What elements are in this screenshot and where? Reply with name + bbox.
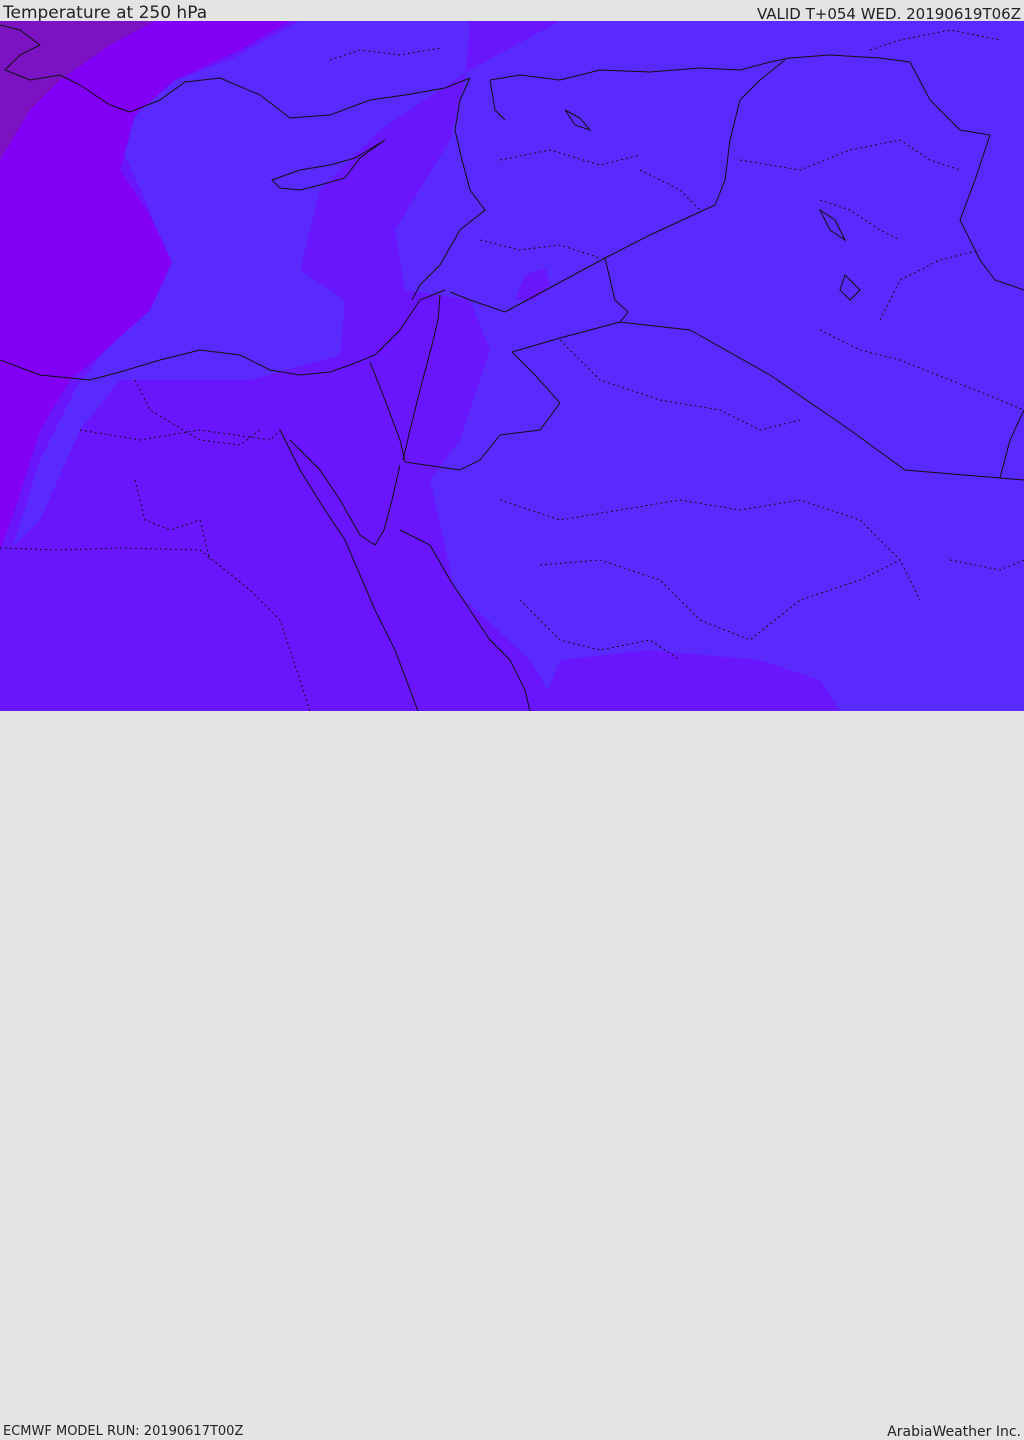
map-title: Temperature at 250 hPa: [3, 3, 208, 23]
map-canvas: [0, 21, 1024, 712]
header-bar: Temperature at 250 hPa VALID T+054 WED. …: [0, 0, 1024, 23]
model-run-label: ECMWF MODEL RUN: 20190617T00Z: [3, 1424, 244, 1439]
footer-bar: ECMWF MODEL RUN: 20190617T00Z ArabiaWeat…: [0, 711, 1024, 1440]
temperature-map[interactable]: [0, 21, 1024, 712]
credit-label: ArabiaWeather Inc.: [887, 1424, 1021, 1440]
